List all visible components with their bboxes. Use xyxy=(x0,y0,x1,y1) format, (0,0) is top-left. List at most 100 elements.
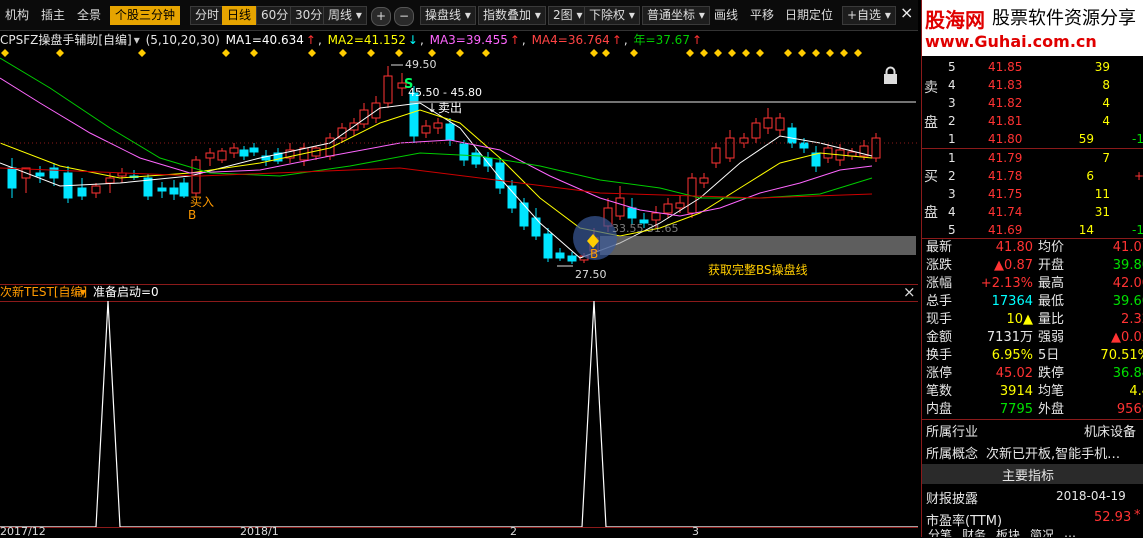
asterisk-icon: * xyxy=(1134,508,1141,523)
candle xyxy=(105,177,115,184)
sub-indicator-value: 准备启动=0 xyxy=(93,285,159,299)
panel-tab[interactable]: … xyxy=(1064,529,1076,537)
zoom-out-button[interactable]: − xyxy=(394,7,415,26)
candle xyxy=(229,147,239,154)
zhouxian-dropdown[interactable]: 周线 ▾ xyxy=(323,6,367,25)
indicator-name[interactable]: CPSFZ操盘手辅助[自编] xyxy=(0,33,132,47)
chevron-down-icon[interactable]: ▾ xyxy=(134,33,140,47)
candle xyxy=(91,185,101,194)
indicator-params: (5,10,20,30) xyxy=(145,33,220,47)
diamond-icon xyxy=(784,49,792,57)
sub-indicator-pane[interactable] xyxy=(0,300,918,528)
caopanxian-label: 操盘线 xyxy=(425,8,462,22)
rixian-button[interactable]: 日线 xyxy=(222,6,257,25)
panel-tab[interactable]: 分笔 xyxy=(928,529,952,537)
quote-row: 涨幅 +2.13% 最高 42.00 xyxy=(922,275,1143,293)
banner-title: 股票软件资源分享 xyxy=(992,8,1136,29)
diamond-icon xyxy=(742,49,750,57)
tu2-dropdown[interactable]: 2图 ▾ xyxy=(548,6,588,25)
quote-label: 涨停 xyxy=(926,366,953,381)
fenshi-button[interactable]: 分时 xyxy=(190,6,225,25)
diamond-icon xyxy=(700,49,708,57)
book-price: 41.80 xyxy=(988,132,1023,146)
sub-indicator-name[interactable]: 次新TEST[自编] xyxy=(0,285,87,300)
book-volume: 11 xyxy=(1094,187,1110,201)
close-icon[interactable]: × xyxy=(900,4,913,21)
sell-book-row[interactable]: 4 41.83 8 xyxy=(922,76,1143,94)
quote-value: 41.80 xyxy=(995,240,1033,255)
m30-button[interactable]: 30分 xyxy=(290,6,328,25)
book-change: -1 xyxy=(1132,132,1143,146)
xiachuquan-dropdown[interactable]: 下除权 ▾ xyxy=(584,6,640,25)
sell-book-row[interactable]: 1 41.80 59 -1 xyxy=(922,130,1143,148)
guhai-banner[interactable]: 股海网 股票软件资源分享 www.Guhai.com.cn xyxy=(922,0,1143,56)
sell-book-row[interactable]: 5 41.85 39 xyxy=(922,58,1143,76)
riqi-button[interactable]: 日期定位 xyxy=(785,7,833,24)
buy-book-row[interactable]: 2 41.78 6 + xyxy=(922,167,1143,185)
panel-tab[interactable]: 财务 xyxy=(962,529,986,537)
main-indicator-label: 主要指标 xyxy=(1002,469,1055,484)
caopanxian-dropdown[interactable]: 操盘线 ▾ xyxy=(420,6,476,25)
chevron-down-icon[interactable]: ▾ xyxy=(80,285,86,300)
concept-label: 所属概念 xyxy=(926,447,979,462)
zixuan-dropdown[interactable]: +自选 ▾ xyxy=(842,6,896,25)
quote-row: 总手 17364 最低 39.60 xyxy=(922,293,1143,311)
buy-b-label: B xyxy=(590,247,598,261)
quote-value: 39.60 xyxy=(1112,294,1143,309)
quote-row: 内盘 7795 外盘 9569 xyxy=(922,401,1143,419)
quote-value: 9569 xyxy=(1116,402,1143,417)
date-tick: 2 xyxy=(510,525,517,538)
quanjing-button[interactable]: 全景 xyxy=(77,7,101,24)
bs-line-promo[interactable]: 获取完整BS操盘线 xyxy=(708,262,808,277)
zuobiao-dropdown[interactable]: 普通坐标 ▾ xyxy=(642,6,710,25)
book-volume: 7 xyxy=(1102,151,1110,165)
quote-value: 70.51% xyxy=(1100,348,1143,363)
buy-book-row[interactable]: 1 41.79 7 xyxy=(922,149,1143,167)
range-label: 45.50 - 45.80 xyxy=(408,86,482,99)
quote-label: 现手 xyxy=(926,312,953,327)
panel-tab[interactable]: 板块 xyxy=(996,529,1020,537)
gegu-sanfenzhong-button[interactable]: 个股三分钟 xyxy=(110,6,181,25)
diamond-icon xyxy=(728,49,736,57)
jigou-button[interactable]: 机构 xyxy=(5,7,29,24)
chevron-down-icon: ▾ xyxy=(628,8,635,22)
candle xyxy=(787,127,797,144)
buy-book-row[interactable]: 3 41.75 11 xyxy=(922,185,1143,203)
lock-icon[interactable] xyxy=(884,66,897,85)
quote-value: 17364 xyxy=(991,294,1033,309)
book-level: 4 xyxy=(948,78,956,92)
quote-value: 42.00 xyxy=(1112,276,1143,291)
panel-tabs: 分笔 财务 板块 简况 … xyxy=(922,529,1143,537)
quote-row: 笔数 3914 均笔 4.4 xyxy=(922,383,1143,401)
candle xyxy=(249,147,259,153)
quote-label: 均价 xyxy=(1038,240,1065,255)
huaxian-button[interactable]: 画线 xyxy=(714,7,738,24)
candle xyxy=(699,177,709,184)
pingyi-button[interactable]: 平移 xyxy=(750,7,774,24)
bs-hidden-values: 33.55 31.65 xyxy=(612,222,678,235)
m60-button[interactable]: 60分 xyxy=(256,6,294,25)
panel-tab[interactable]: 简况 xyxy=(1030,529,1054,537)
zuobiao-label: 普通坐标 xyxy=(647,8,696,22)
industry-value[interactable]: 机床设备 xyxy=(1084,421,1136,440)
candlestick-pane[interactable]: B 获取完整BS操盘线 49.50 45.50 - 45.80 S 卖出 ↓ 买… xyxy=(0,48,918,282)
concept-value[interactable]: 次新已开板,智能手机… xyxy=(986,443,1120,462)
candle xyxy=(555,252,565,259)
candle xyxy=(7,167,17,189)
close-icon[interactable]: × xyxy=(903,283,916,301)
sell-book-row[interactable]: 3 41.82 4 xyxy=(922,94,1143,112)
buy-book-row[interactable]: 4 41.74 31 xyxy=(922,203,1143,221)
quote-label: 涨幅 xyxy=(926,276,953,291)
zoom-in-button[interactable]: + xyxy=(371,7,392,26)
quote-label: 换手 xyxy=(926,348,953,363)
book-volume: 4 xyxy=(1102,96,1110,110)
diamond-icon xyxy=(428,49,436,57)
sell-book-row[interactable]: 2 41.81 4 xyxy=(922,112,1143,130)
xiachuquan-label: 下除权 xyxy=(589,8,626,22)
zhibiao-dropdown[interactable]: 指数叠加 ▾ xyxy=(478,6,546,25)
diamond-icon xyxy=(367,49,375,57)
main-indicator-header[interactable]: 主要指标 xyxy=(922,464,1143,484)
chazhu-button[interactable]: 插主 xyxy=(41,7,65,24)
year-line xyxy=(0,167,873,199)
buy-book-row[interactable]: 5 41.69 14 -1 xyxy=(922,221,1143,239)
